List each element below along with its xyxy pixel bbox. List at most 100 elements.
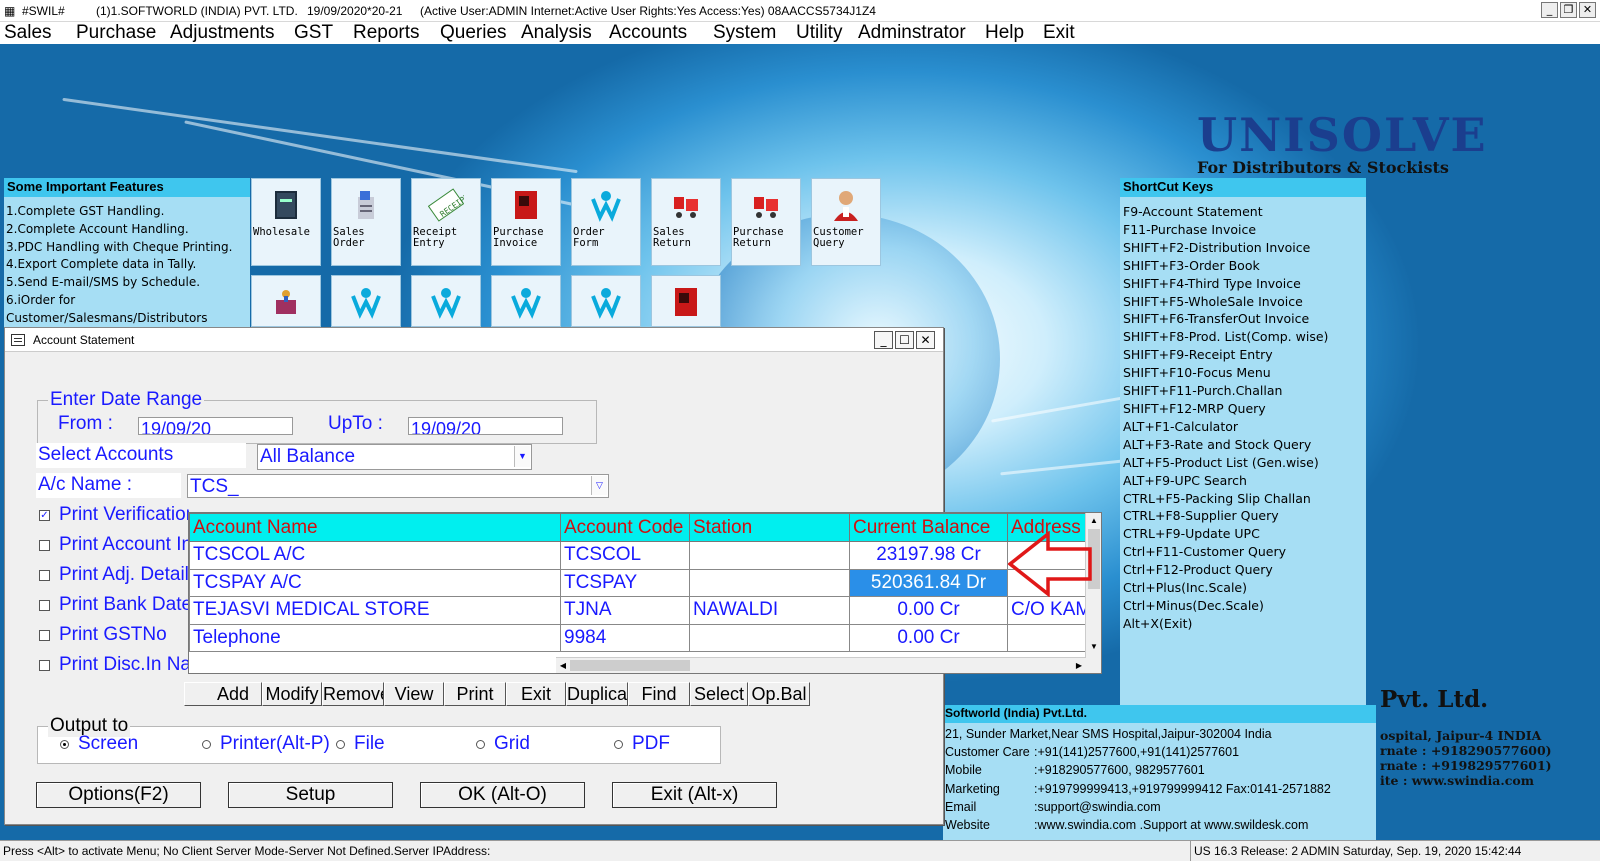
upto-date-input[interactable]: 19/09/20 [408,417,563,435]
select-button[interactable]: Select [690,682,748,706]
quick-swil-button[interactable] [491,275,561,327]
quick-swil-button[interactable] [571,275,641,327]
dialog-maximize-button[interactable]: ☐ [895,331,914,349]
quick-order-form-button[interactable]: Order Form [571,178,641,266]
select-accounts-dropdown[interactable]: All Balance ▼ [257,444,532,470]
output-printer-radio[interactable]: Printer(Alt-P) [202,733,330,755]
op-bal-button[interactable]: Op.Bal [748,682,810,706]
quick-purchase-return-button[interactable]: Purchase Return [731,178,801,266]
radio-dot[interactable] [202,739,211,749]
table-cell[interactable]: TCSPAY A/C [189,568,561,597]
table-cell[interactable]: 9984 [560,623,690,652]
scroll-thumb[interactable] [570,660,690,671]
menu-utility[interactable]: Utility [796,22,842,44]
menu-analysis[interactable]: Analysis [521,22,592,44]
table-cell[interactable] [1007,623,1098,652]
find-button[interactable]: Find [628,682,690,706]
duplicate-button[interactable]: Duplicate [566,682,628,706]
radio-dot[interactable] [614,739,623,749]
table-cell[interactable]: 0.00 Cr [849,596,1008,625]
checkbox-box[interactable]: ✓ [39,509,50,521]
col-current-balance[interactable]: Current Balance [849,513,1008,542]
print-bank-date-checkbox[interactable]: Print Bank Date [39,594,189,616]
quick-customer-query-button[interactable]: Customer Query [811,178,881,266]
setup-button[interactable]: Setup [228,782,393,808]
col-account-name[interactable]: Account Name [189,513,561,542]
print-verification-checkbox[interactable]: ✓ Print Verification [39,504,189,526]
menu-adjustments[interactable]: Adjustments [170,22,275,44]
table-row[interactable]: TEJASVI MEDICAL STORE TJNA NAWALDI 0.00 Cr C… [189,596,1098,625]
output-file-radio[interactable]: File [336,733,385,755]
restore-button[interactable]: ❐ [1560,2,1577,18]
menu-sales[interactable]: Sales [4,22,52,44]
quick-receipt-entry-button[interactable]: RECEIPT Receipt Entry [411,178,481,266]
quick-swil-button[interactable] [411,275,481,327]
scroll-up-icon[interactable]: ▲ [1088,515,1100,527]
scroll-left-icon[interactable]: ◀ [557,659,569,672]
quick-register-button[interactable] [251,275,321,327]
minimize-button[interactable]: _ [1541,2,1558,18]
menu-accounts[interactable]: Accounts [609,22,687,44]
table-cell[interactable]: 0.00 Cr [849,623,1008,652]
checkbox-box[interactable] [39,539,50,551]
remove-button[interactable]: Remove [322,682,384,706]
quick-red-book-button[interactable] [651,275,721,327]
table-cell[interactable]: Telephone [189,623,561,652]
exit-button[interactable]: Exit (Alt-x) [612,782,777,808]
col-account-code[interactable]: Account Code [560,513,690,542]
quick-sales-return-button[interactable]: Sales Return [651,178,721,266]
menu-system[interactable]: System [713,22,776,44]
ac-name-input[interactable]: TCS_ ▽ [187,474,609,498]
dropdown-arrow-icon[interactable]: ▼ [514,446,530,467]
checkbox-box[interactable] [39,599,50,611]
print-account-info-checkbox[interactable]: Print Account In [39,534,189,556]
menu-gst[interactable]: GST [294,22,333,44]
system-menu-icon[interactable] [11,333,25,346]
print-disc-in-name-checkbox[interactable]: Print Disc.In Na [39,654,189,676]
checkbox-box[interactable] [39,659,50,671]
table-cell[interactable] [689,568,850,597]
grid-exit-button[interactable]: Exit [506,682,566,706]
table-row[interactable]: TCSPAY A/C TCSPAY 520361.84 Dr [189,568,1098,597]
menu-adminstrator[interactable]: Adminstrator [858,22,966,44]
close-button[interactable]: ✕ [1579,2,1596,18]
output-pdf-radio[interactable]: PDF [614,733,670,755]
table-cell[interactable] [689,541,850,570]
menu-purchase[interactable]: Purchase [76,22,156,44]
add-button[interactable]: Add [184,682,262,706]
radio-dot[interactable] [476,739,485,749]
table-cell[interactable]: TCSPAY [560,568,690,597]
table-cell[interactable]: C/O KAM [1007,596,1098,625]
menu-exit[interactable]: Exit [1043,22,1075,44]
view-button[interactable]: View [384,682,444,706]
table-cell[interactable]: TCSCOL A/C [189,541,561,570]
radio-dot[interactable] [60,739,69,749]
modify-button[interactable]: Modify [262,682,322,706]
table-cell[interactable]: TCSCOL [560,541,690,570]
table-cell[interactable]: TEJASVI MEDICAL STORE [189,596,561,625]
checkbox-box[interactable] [39,569,50,581]
print-button[interactable]: Print [444,682,506,706]
chevron-down-icon[interactable]: ▽ [591,476,607,495]
table-row[interactable]: Telephone 9984 0.00 Cr [189,623,1098,652]
options-button[interactable]: Options(F2) [36,782,201,808]
table-cell[interactable] [689,623,850,652]
ok-button[interactable]: OK (Alt-O) [420,782,585,808]
menu-help[interactable]: Help [985,22,1024,44]
menu-reports[interactable]: Reports [353,22,420,44]
grid-horizontal-scrollbar[interactable]: ◀ ▶ [556,657,1086,673]
scroll-right-icon[interactable]: ▶ [1073,659,1085,672]
print-gstno-checkbox[interactable]: Print GSTNo [39,624,189,646]
checkbox-box[interactable] [39,629,50,641]
output-screen-radio[interactable]: Screen [60,733,138,755]
table-cell[interactable]: 520361.84 Dr [849,568,1008,597]
radio-dot[interactable] [336,739,345,749]
dialog-minimize-button[interactable]: _ [874,331,893,349]
quick-swil-button[interactable] [331,275,401,327]
quick-purchase-invoice-button[interactable]: Purchase Invoice [491,178,561,266]
print-adj-detail-checkbox[interactable]: Print Adj. Detail [39,564,189,586]
table-cell[interactable]: 23197.98 Cr [849,541,1008,570]
table-cell[interactable]: NAWALDI [689,596,850,625]
menu-queries[interactable]: Queries [440,22,507,44]
quick-sales-order-button[interactable]: Sales Order [331,178,401,266]
